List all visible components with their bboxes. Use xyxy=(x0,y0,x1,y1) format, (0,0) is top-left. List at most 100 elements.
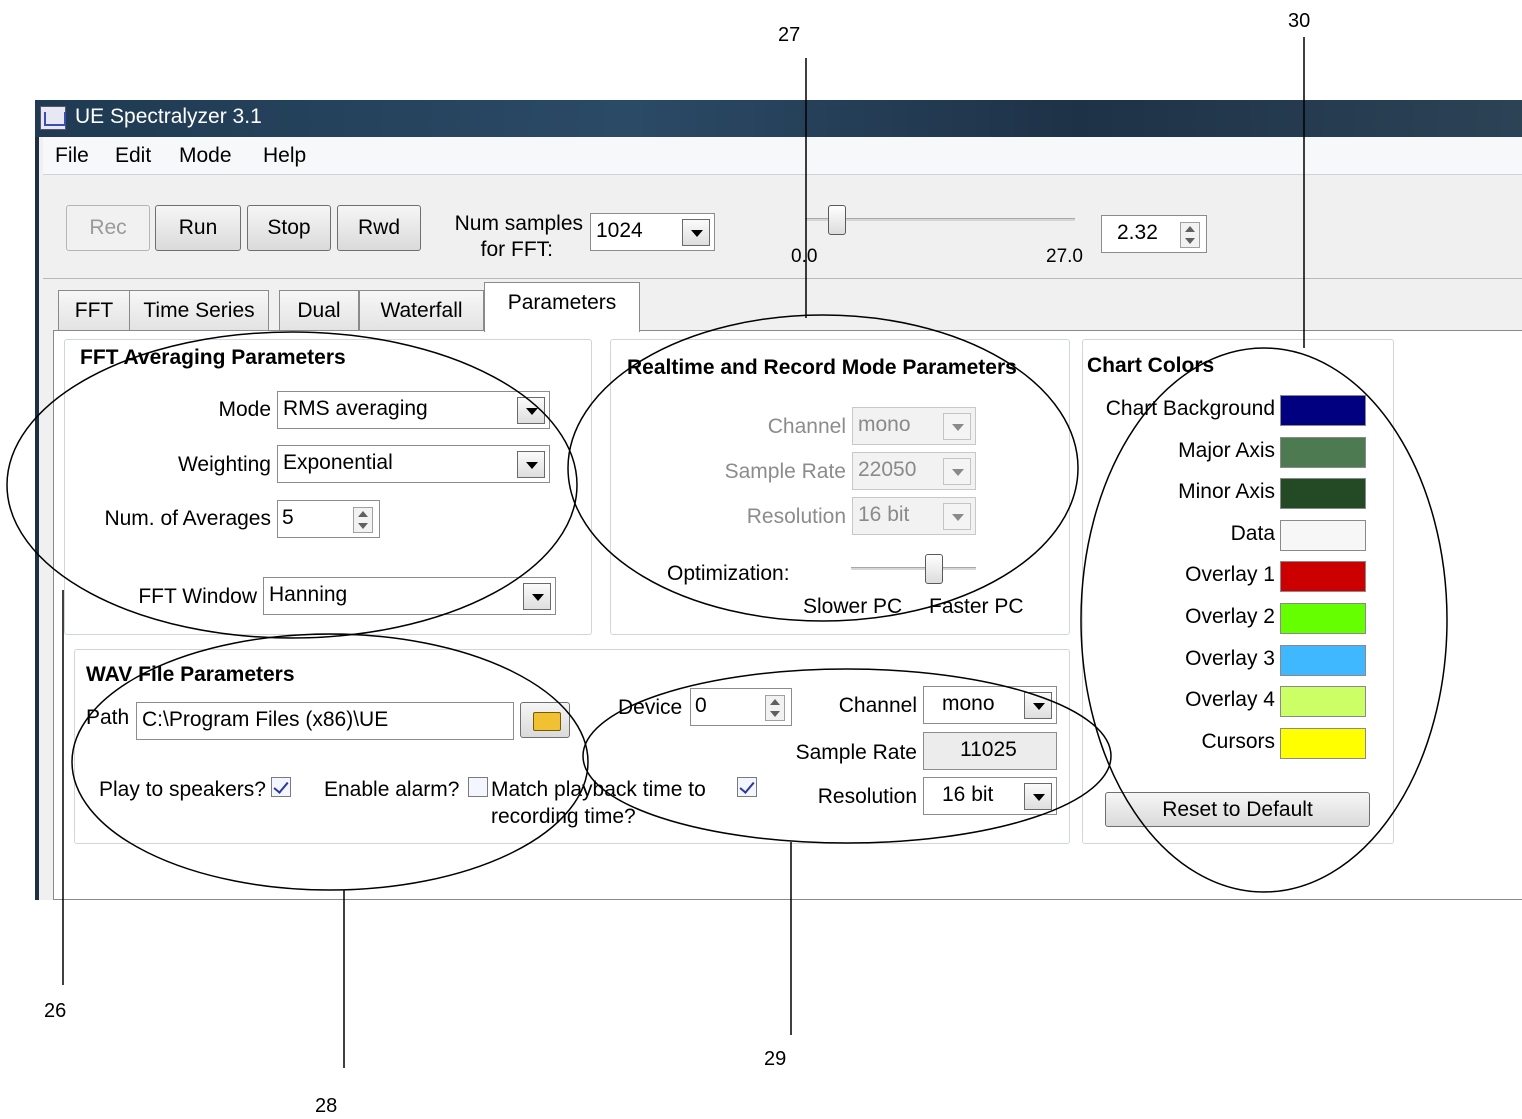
num-samples-value: 1024 xyxy=(596,219,643,242)
device-spinbox[interactable]: 0 xyxy=(690,688,792,726)
weighting-select[interactable]: Exponential xyxy=(277,445,550,483)
realtime-record-group: Realtime and Record Mode Parameters Chan… xyxy=(610,339,1070,635)
tab-dual[interactable]: Dual xyxy=(279,290,359,330)
fft-window-value: Hanning xyxy=(269,583,348,606)
mode-select[interactable]: RMS averaging xyxy=(277,391,550,429)
slower-pc-label: Slower PC xyxy=(803,595,903,618)
slider-min-label: 0.0 xyxy=(791,246,818,267)
spin-arrows-icon[interactable] xyxy=(1180,222,1200,248)
level-spinbox[interactable]: 2.32 xyxy=(1101,215,1207,253)
chevron-down-icon[interactable] xyxy=(682,219,710,246)
wav-resolution-value: 16 bit xyxy=(942,783,994,806)
optimization-slider-track[interactable] xyxy=(851,567,976,570)
path-input[interactable]: C:\Program Files (x86)\UE xyxy=(136,702,514,740)
chevron-down-icon[interactable] xyxy=(1024,692,1052,719)
play-to-speakers-label: Play to speakers? xyxy=(99,778,266,801)
level-spin-value: 2.32 xyxy=(1117,221,1158,244)
spin-arrows-icon[interactable] xyxy=(353,507,373,533)
spin-arrows-icon[interactable] xyxy=(765,695,785,721)
rt-resolution-select[interactable]: 16 bit xyxy=(852,497,976,535)
rt-channel-label: Channel xyxy=(767,415,846,438)
color-label: Cursors xyxy=(1201,729,1275,753)
tab-fft[interactable]: FFT xyxy=(58,290,130,330)
chevron-down-icon[interactable] xyxy=(517,451,545,478)
device-value: 0 xyxy=(695,694,707,717)
color-swatch[interactable] xyxy=(1280,603,1366,634)
tab-waterfall[interactable]: Waterfall xyxy=(359,290,484,330)
optimization-slider-thumb[interactable] xyxy=(925,554,943,584)
num-samples-label-2: for FFT: xyxy=(480,238,553,261)
menu-mode[interactable]: Mode xyxy=(179,144,232,168)
title-bar[interactable]: UE Spectralyzer 3.1 xyxy=(35,100,1522,137)
fft-averaging-title: FFT Averaging Parameters xyxy=(80,346,346,369)
window-title: UE Spectralyzer 3.1 xyxy=(75,105,262,128)
folder-icon[interactable] xyxy=(520,702,570,738)
rwd-button[interactable]: Rwd xyxy=(337,205,421,251)
tab-parameters[interactable]: Parameters xyxy=(484,282,640,332)
reset-to-default-button[interactable]: Reset to Default xyxy=(1105,792,1370,827)
toolbar: Rec Run Stop Rwd Num samples for FFT: 10… xyxy=(43,175,1522,279)
match-playback-label-2: recording time? xyxy=(491,805,636,828)
menu-edit[interactable]: Edit xyxy=(115,144,151,168)
run-button[interactable]: Run xyxy=(155,205,241,251)
play-to-speakers-checkbox[interactable] xyxy=(271,777,291,797)
color-swatch[interactable] xyxy=(1280,686,1366,718)
wav-resolution-label: Resolution xyxy=(817,785,917,808)
rt-resolution-label: Resolution xyxy=(746,505,846,528)
color-swatch[interactable] xyxy=(1280,727,1366,759)
menu-file[interactable]: File xyxy=(55,144,89,168)
tab-time-series[interactable]: Time Series xyxy=(129,290,269,330)
callout-number-26: 26 xyxy=(44,1000,67,1022)
enable-alarm-label: Enable alarm? xyxy=(324,778,460,801)
chart-colors-title: Chart Colors xyxy=(1087,354,1215,377)
chevron-down-icon[interactable] xyxy=(943,413,971,440)
rt-channel-select[interactable]: mono xyxy=(852,407,976,445)
menu-help[interactable]: Help xyxy=(263,144,306,168)
chevron-down-icon[interactable] xyxy=(523,583,551,610)
color-label: Overlay 1 xyxy=(1185,563,1275,587)
chevron-down-icon[interactable] xyxy=(943,458,971,485)
wav-resolution-select[interactable]: 16 bit xyxy=(923,777,1057,815)
stop-button[interactable]: Stop xyxy=(247,205,331,251)
wav-channel-select[interactable]: mono xyxy=(923,686,1057,724)
chart-colors-group: Chart Colors Reset to Default Chart Back… xyxy=(1082,339,1394,844)
realtime-title: Realtime and Record Mode Parameters xyxy=(627,356,1017,379)
faster-pc-label: Faster PC xyxy=(929,595,1024,618)
color-swatch[interactable] xyxy=(1280,644,1366,676)
callout-number-28: 28 xyxy=(315,1095,338,1117)
color-label: Major Axis xyxy=(1178,438,1275,462)
parameters-panel: FFT Averaging Parameters Mode RMS averag… xyxy=(53,330,1522,900)
mode-value: RMS averaging xyxy=(283,397,428,420)
enable-alarm-checkbox[interactable] xyxy=(468,777,488,797)
menu-bar: File Edit Mode Help xyxy=(43,137,1522,175)
color-label: Minor Axis xyxy=(1178,480,1275,504)
num-samples-select[interactable]: 1024 xyxy=(590,213,715,251)
rec-button[interactable]: Rec xyxy=(66,205,150,251)
color-swatch[interactable] xyxy=(1280,478,1366,510)
chevron-down-icon[interactable] xyxy=(943,503,971,530)
app-icon xyxy=(40,106,66,130)
mode-label: Mode xyxy=(218,398,271,421)
wav-channel-label: Channel xyxy=(838,694,917,717)
chevron-down-icon[interactable] xyxy=(1024,783,1052,810)
weighting-value: Exponential xyxy=(283,451,393,474)
level-slider-thumb[interactable] xyxy=(827,205,846,235)
callout-number-29: 29 xyxy=(764,1048,787,1070)
fft-window-select[interactable]: Hanning xyxy=(263,577,556,615)
color-label: Overlay 2 xyxy=(1185,605,1275,628)
wav-sample-rate-label: Sample Rate xyxy=(795,741,917,764)
rt-sample-rate-select[interactable]: 22050 xyxy=(852,452,976,490)
num-samples-label: Num samples xyxy=(454,212,583,235)
color-swatch[interactable] xyxy=(1280,561,1366,593)
num-averages-spinbox[interactable]: 5 xyxy=(277,500,380,538)
chevron-down-icon[interactable] xyxy=(517,397,545,424)
rt-sample-rate-label: Sample Rate xyxy=(724,460,846,483)
num-averages-label: Num. of Averages xyxy=(104,507,271,530)
callout-number-27: 27 xyxy=(778,24,801,46)
color-swatch[interactable] xyxy=(1280,395,1366,426)
match-playback-checkbox[interactable] xyxy=(737,777,757,797)
color-swatch[interactable] xyxy=(1280,519,1366,551)
color-swatch[interactable] xyxy=(1280,436,1366,468)
num-averages-value: 5 xyxy=(282,506,294,529)
wav-sample-rate-field: 11025 xyxy=(923,732,1057,770)
